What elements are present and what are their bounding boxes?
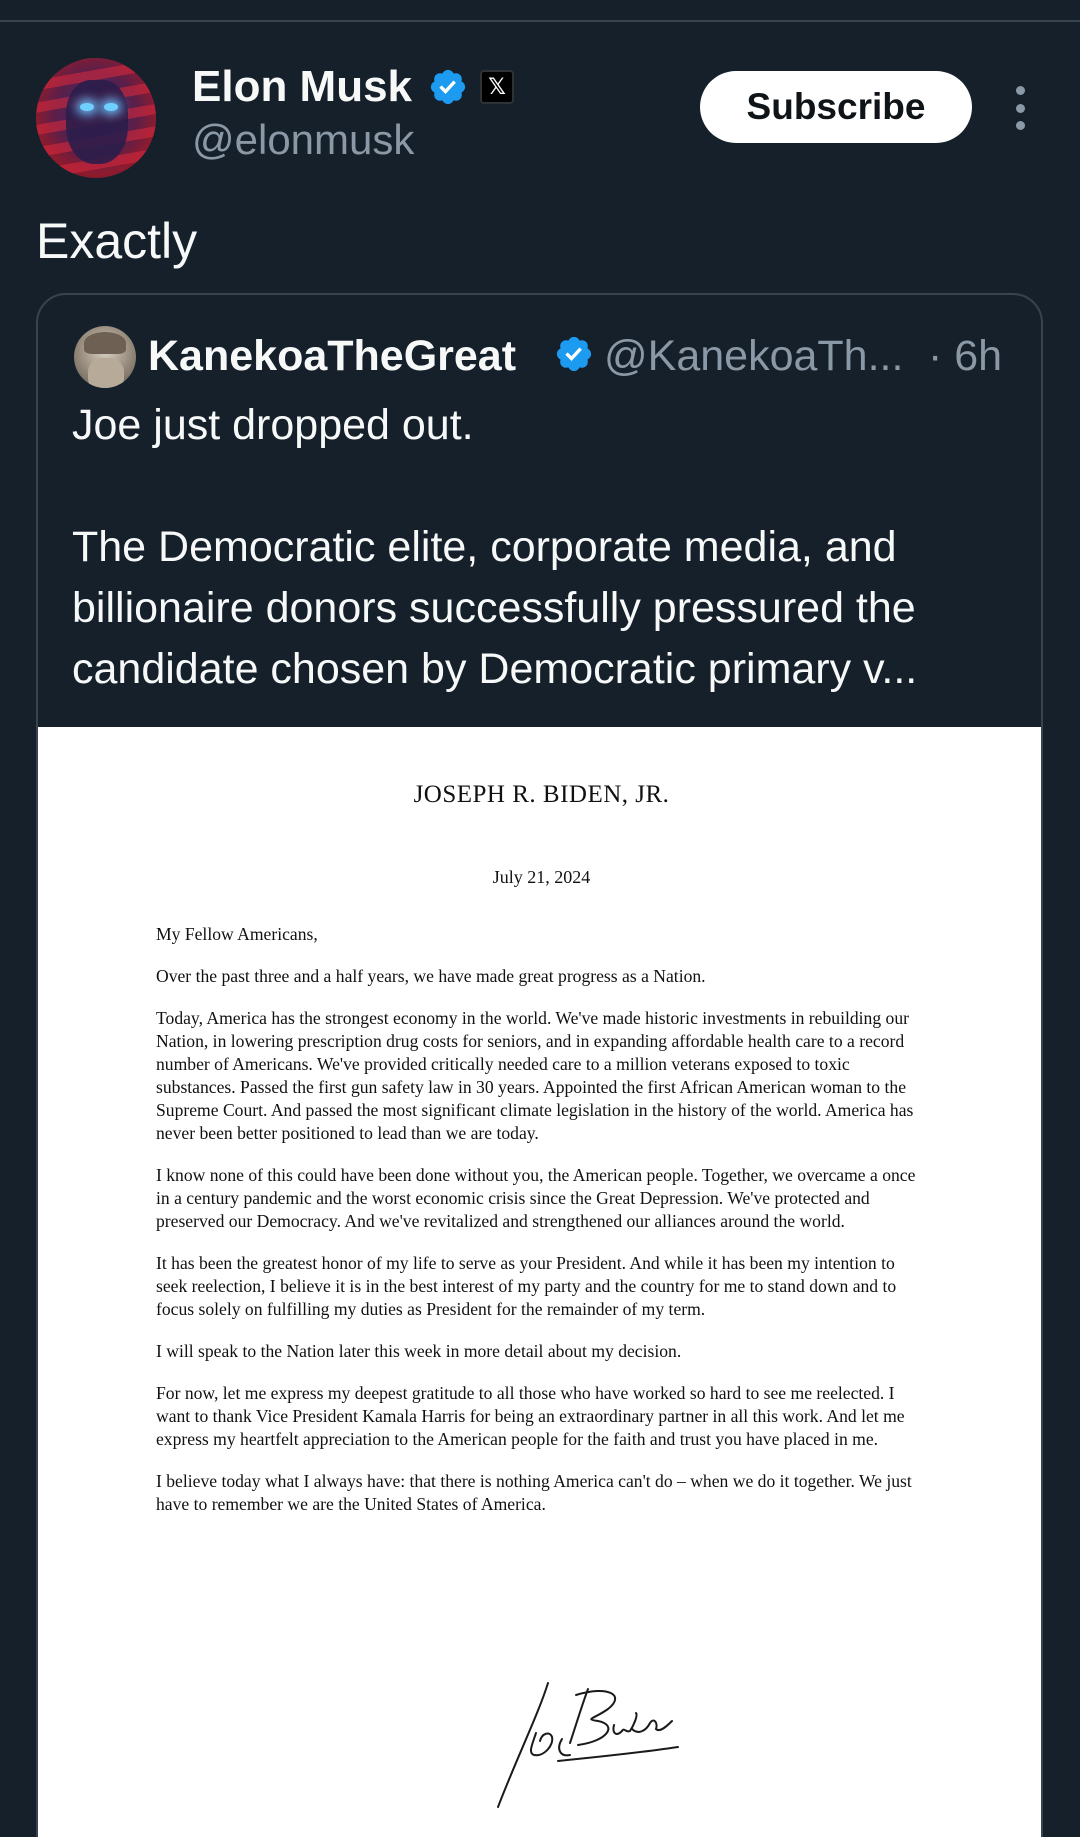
more-dot	[1015, 103, 1025, 113]
letter-heading: JOSEPH R. BIDEN, JR.	[413, 781, 670, 808]
letter-paragraph: I know none of this could have been done…	[156, 1165, 916, 1231]
more-dot	[1015, 86, 1025, 95]
avatar-laser-eye-right	[104, 103, 118, 111]
x-logo-icon: 𝕏	[480, 70, 514, 104]
quoted-post[interactable]: KanekoaTheGreat @KanekoaTh... · 6h Joe j…	[36, 293, 1043, 1837]
quoted-timestamp[interactable]: · 6h	[928, 330, 1002, 382]
quoted-author-name[interactable]: KanekoaTheGreat	[148, 330, 516, 382]
avatar-silhouette	[66, 80, 128, 164]
letter-paragraph: For now, let me express my deepest grati…	[156, 1383, 905, 1449]
top-divider	[0, 20, 1080, 22]
post-text: Exactly	[36, 213, 198, 269]
verified-badge-icon	[556, 336, 592, 372]
quoted-avatar-figure	[88, 358, 124, 388]
avatar-laser-eye-left	[80, 103, 94, 111]
author-name[interactable]: Elon Musk	[192, 60, 412, 114]
letter-paragraph: Over the past three and a half years, we…	[156, 966, 706, 986]
subscribe-button[interactable]: Subscribe	[700, 71, 972, 143]
letter-salutation: My Fellow Americans,	[156, 924, 318, 944]
letter-paragraph: I will speak to the Nation later this we…	[156, 1341, 682, 1361]
more-dot	[1015, 121, 1025, 130]
quoted-post-text: Joe just dropped out. The Democratic eli…	[72, 401, 918, 693]
letter-paragraph: I believe today what I always have: that…	[156, 1471, 912, 1514]
quoted-avatar-hat	[84, 332, 126, 354]
letter-paragraph: It has been the greatest honor of my lif…	[156, 1253, 897, 1319]
letter-paragraph: Today, America has the strongest economy…	[156, 1008, 914, 1143]
letter-body: My Fellow Americans, Over the past three…	[156, 923, 926, 1535]
verified-badge-icon	[430, 69, 466, 105]
avatar[interactable]	[36, 58, 156, 178]
signature-image	[497, 1682, 679, 1808]
quoted-author-handle[interactable]: @KanekoaTh...	[604, 330, 904, 382]
more-vertical-icon[interactable]	[1010, 86, 1030, 130]
quoted-avatar[interactable]	[74, 326, 136, 388]
author-handle[interactable]: @elonmusk	[192, 114, 414, 166]
letter-image[interactable]: JOSEPH R. BIDEN, JR. July 21, 2024 My Fe…	[38, 727, 1041, 1837]
letter-date: July 21, 2024	[492, 867, 591, 887]
